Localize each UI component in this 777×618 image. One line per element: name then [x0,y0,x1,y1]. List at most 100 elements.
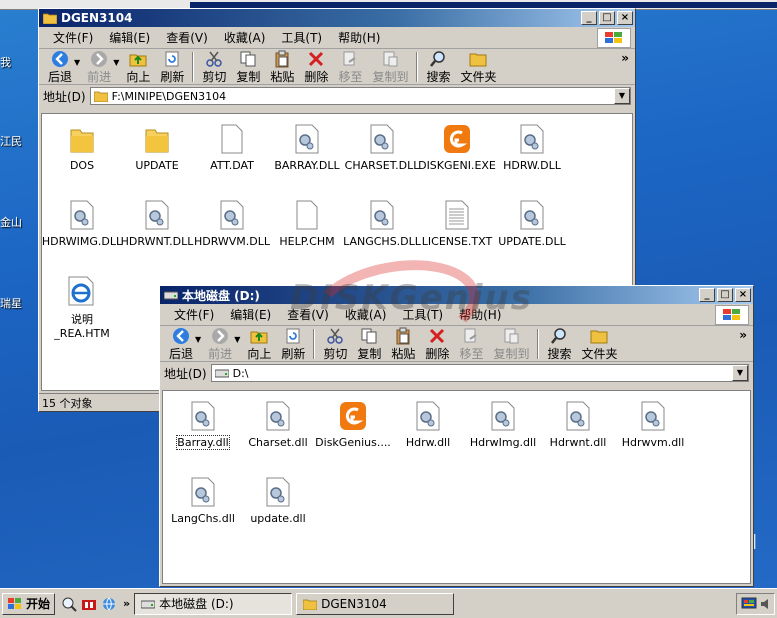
file-item-barray-dll[interactable]: BARRAY.DLL [267,122,347,172]
taskbar-task-dgen3104[interactable]: DGEN3104 [296,592,455,615]
menu-file[interactable]: 文件(F) [166,306,222,323]
move-to-button[interactable]: 移至 [454,327,488,362]
file-item-charset-dll[interactable]: CHARSET.DLL [342,122,422,172]
file-item-langchs-dll[interactable]: LangChs.dll [163,475,243,525]
copy-button[interactable]: 复制 [231,50,265,85]
file-item-help-chm[interactable]: HELP.CHM [267,198,347,248]
menu-bar: 文件(F) 编辑(E) 查看(V) 收藏(A) 工具(T) 帮助(H) [160,304,753,326]
file-item-hdrwvm-dll[interactable]: HDRWVM.DLL [192,198,272,248]
paste-button[interactable]: 粘贴 [265,50,299,85]
file-item-langchs-dll[interactable]: LANGCHS.DLL [342,198,422,248]
desktop-icon-label[interactable]: 我 [0,54,11,70]
file-item-readme-htm[interactable]: 说明 _REA.HTM [42,274,122,340]
file-item-hdrwvm-dll[interactable]: Hdrwvm.dll [613,399,693,449]
back-button[interactable]: 后退 [43,50,77,85]
cut-button[interactable]: 剪切 [197,50,231,85]
copy-to-button[interactable]: 复制到 [367,50,413,85]
move-to-button[interactable]: 移至 [333,50,367,85]
maximize-button[interactable]: □ [599,11,615,25]
file-item-update-dll[interactable]: update.dll [238,475,318,525]
close-button[interactable]: × [735,288,751,302]
taskbar-task-local-disk[interactable]: 本地磁盘 (D:) [134,592,293,615]
desktop-icon-label[interactable]: 江民 [0,133,22,149]
file-item-att-dat[interactable]: ATT.DAT [192,122,272,172]
up-button[interactable]: 向上 [242,327,276,362]
delete-x-icon [307,50,325,68]
minimize-button[interactable]: _ [581,11,597,25]
file-item-diskgeni-exe[interactable]: DISKGENI.EXE [417,122,497,172]
explorer-window-local-disk-d[interactable]: 本地磁盘 (D:) _ □ × 文件(F) 编辑(E) 查看(V) 收藏(A) … [159,285,754,587]
menu-tools[interactable]: 工具(T) [394,306,451,323]
file-item-hdrwnt-dll[interactable]: Hdrwnt.dll [538,399,618,449]
folders-button[interactable]: 文件夹 [576,327,622,362]
refresh-button[interactable]: 刷新 [155,50,189,85]
file-item-hdrwnt-dll[interactable]: HDRWNT.DLL [117,198,197,248]
maximize-button[interactable]: □ [717,288,733,302]
menu-help[interactable]: 帮助(H) [330,29,388,46]
file-list[interactable]: Barray.dll Charset.dll DiskGenius.... Hd… [162,390,751,584]
copy-to-button[interactable]: 复制到 [488,327,534,362]
menu-help[interactable]: 帮助(H) [451,306,509,323]
search-button[interactable]: 搜索 [542,327,576,362]
dll-gear-icon [266,399,290,433]
file-item-update[interactable]: UPDATE [117,122,197,172]
menu-tools[interactable]: 工具(T) [273,29,330,46]
toolbar-chevron-icon[interactable]: » [739,328,747,342]
file-item-barray-dll[interactable]: Barray.dll [163,399,243,450]
cut-button[interactable]: 剪切 [318,327,352,362]
refresh-button[interactable]: 刷新 [276,327,310,362]
forward-button[interactable]: 前进 [203,327,237,362]
desktop-icon-label[interactable]: 金山 [0,214,22,230]
forward-dropdown-icon[interactable]: ▼ [113,58,119,67]
start-button[interactable]: 开始 [2,592,56,615]
folders-button[interactable]: 文件夹 [455,50,501,85]
file-item-hdrw-dll[interactable]: HDRW.DLL [492,122,572,172]
search-button[interactable]: 搜索 [421,50,455,85]
address-dropdown-icon[interactable]: ▼ [614,88,630,104]
file-item-charset-dll[interactable]: Charset.dll [238,399,318,449]
back-dropdown-icon[interactable]: ▼ [195,335,201,344]
network-globe-icon[interactable] [101,596,117,612]
minimize-button[interactable]: _ [699,288,715,302]
quicklaunch-chevron-icon[interactable]: » [123,597,130,610]
desktop-icon-label[interactable]: 瑞星 [0,295,22,311]
menu-edit[interactable]: 编辑(E) [222,306,279,323]
back-button[interactable]: 后退 [164,327,198,362]
file-item-dos[interactable]: DOS [42,122,122,172]
blank-document-icon [221,122,243,156]
volume-icon[interactable] [760,597,770,611]
delete-button[interactable]: 删除 [420,327,454,362]
address-dropdown-icon[interactable]: ▼ [732,365,748,381]
address-label: 地址(D) [43,89,86,104]
menu-favorites[interactable]: 收藏(A) [216,29,274,46]
forward-button[interactable]: 前进 [82,50,116,85]
title-bar[interactable]: DGEN3104 _ □ × [39,9,635,27]
menu-favorites[interactable]: 收藏(A) [337,306,395,323]
back-dropdown-icon[interactable]: ▼ [74,58,80,67]
file-item-update-dll[interactable]: UPDATE.DLL [492,198,572,248]
forward-dropdown-icon[interactable]: ▼ [234,335,240,344]
file-item-hdrwimg-dll[interactable]: HdrwImg.dll [463,399,543,449]
display-settings-icon[interactable] [741,597,757,611]
forward-arrow-icon [211,327,229,345]
delete-button[interactable]: 删除 [299,50,333,85]
paste-button[interactable]: 粘贴 [386,327,420,362]
menu-view[interactable]: 查看(V) [158,29,216,46]
file-item-diskgenius-exe[interactable]: DiskGenius.... [313,399,393,449]
file-item-hdrw-dll[interactable]: Hdrw.dll [388,399,468,449]
up-button[interactable]: 向上 [121,50,155,85]
search-icon[interactable] [61,596,77,612]
address-input[interactable]: F:\MINIPE\DGEN3104 ▼ [89,87,631,105]
file-item-license-txt[interactable]: LICENSE.TXT [417,198,497,248]
menu-edit[interactable]: 编辑(E) [101,29,158,46]
address-input[interactable]: D:\ ▼ [210,364,749,382]
file-item-hdrwimg-dll[interactable]: HDRWIMG.DLL [42,198,122,248]
toolbar-chevron-icon[interactable]: » [621,51,629,65]
app-tool-icon[interactable] [81,596,97,612]
title-bar[interactable]: 本地磁盘 (D:) _ □ × [160,286,753,304]
dll-gear-icon [70,198,94,232]
menu-view[interactable]: 查看(V) [279,306,337,323]
close-button[interactable]: × [617,11,633,25]
menu-file[interactable]: 文件(F) [45,29,101,46]
copy-button[interactable]: 复制 [352,327,386,362]
